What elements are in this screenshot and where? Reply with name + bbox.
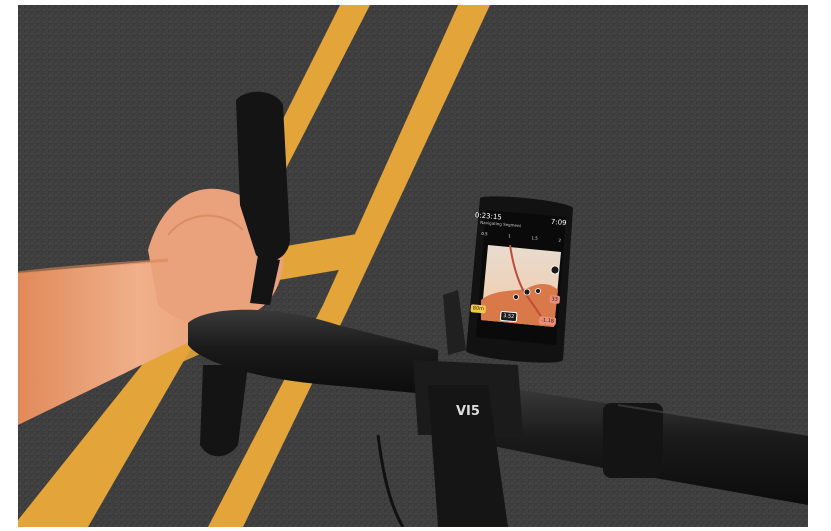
gradient-label: 33 [549,295,561,304]
scale-tick: 1.5 [531,235,539,241]
scale-tick: 0.5 [481,230,488,237]
clock-readout: 7:09 [550,217,567,228]
distance-readout: 3.52 [499,310,518,323]
cycling-photo: VI5 [18,5,808,527]
climb-delta-label: -1.18 [538,316,557,326]
distance-scale: 0.5 1 1.5 2 [481,231,561,243]
bike-computer-screen: 0:23:15 7:09 Navigating Segment 0.5 1 1.… [461,208,571,338]
frame-brand-text: VI5 [456,404,480,419]
elevation-label: 80m [470,304,487,314]
scale-tick: 2 [558,237,562,243]
scale-tick: 1 [508,233,512,239]
